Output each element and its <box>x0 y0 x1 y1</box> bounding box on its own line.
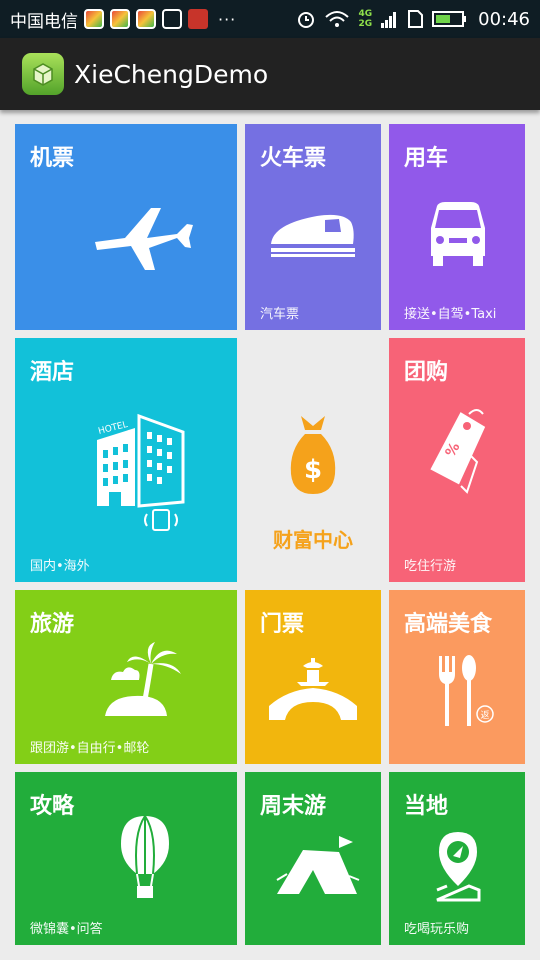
tile-subtitle: 国内•海外 <box>30 559 90 574</box>
car-icon <box>431 202 485 266</box>
tile-local[interactable]: 当地 吃喝玩乐购 <box>389 772 525 945</box>
tile-flight[interactable]: 机票 <box>15 124 237 330</box>
svg-text:返: 返 <box>480 709 489 721</box>
wifi-icon <box>325 11 350 27</box>
tile-subtitle: 吃住行游 <box>404 559 457 574</box>
battery-icon <box>432 11 467 27</box>
tile-title: 攻略 <box>30 794 75 819</box>
clock: 00:46 <box>478 8 530 30</box>
tile-title: 周末游 <box>260 794 327 819</box>
tile-title: 用车 <box>404 146 449 171</box>
tile-subtitle: 接送•自驾•Taxi <box>404 307 497 322</box>
tent-icon <box>276 836 360 894</box>
tile-title: 当地 <box>404 794 449 819</box>
app-notification-icon <box>84 9 104 29</box>
tile-subtitle: 跟团游•自由行•邮轮 <box>30 741 150 756</box>
network-2g-label: 2G <box>358 19 373 29</box>
train-icon <box>271 214 355 257</box>
cat-icon <box>188 9 208 29</box>
pavilion-bridge-icon <box>269 658 357 720</box>
image-icon <box>162 9 182 29</box>
network-4g-label: 4G <box>358 9 373 19</box>
sim-icon <box>408 10 424 28</box>
tile-car[interactable]: 用车 接送•自驾•Taxi <box>389 124 525 330</box>
palm-island-icon <box>105 642 181 716</box>
carrier-label: 中国电信 <box>10 11 78 32</box>
fork-spoon-icon: 返 <box>439 655 494 726</box>
airplane-icon <box>95 208 193 270</box>
tile-subtitle: 吃喝玩乐购 <box>404 922 470 937</box>
app-title: XieChengDemo <box>74 59 269 89</box>
tile-title: 旅游 <box>30 612 75 637</box>
tile-wealth[interactable]: $ 财富中心 <box>245 338 381 582</box>
app-notification-icon <box>136 9 156 29</box>
hot-air-balloon-icon <box>121 815 169 898</box>
tile-title: 团购 <box>404 360 449 385</box>
tile-groupbuy[interactable]: 团购 % 吃住行游 <box>389 338 525 582</box>
tile-subtitle: 汽车票 <box>260 307 300 322</box>
android-box-icon <box>22 53 64 95</box>
tile-tickets[interactable]: 门票 <box>245 590 381 764</box>
signal-icon <box>381 12 397 28</box>
hotel-icon: HOTEL <box>97 413 185 531</box>
money-bag-icon: $ <box>290 416 336 494</box>
status-bar: 中国电信 ··· 4G 2G 00:46 <box>0 0 540 38</box>
tile-title: 高端美食 <box>404 612 493 637</box>
map-pin-icon <box>436 832 481 902</box>
tile-hotel[interactable]: 酒店 HOTEL 国内•海外 <box>15 338 237 582</box>
tag-icon: % <box>430 409 486 494</box>
app-notification-icon <box>110 9 130 29</box>
tile-subtitle: 微锦囊•问答 <box>30 922 103 937</box>
tile-weekend[interactable]: 周末游 <box>245 772 381 945</box>
tile-food[interactable]: 高端美食 返 <box>389 590 525 764</box>
tile-title: 门票 <box>260 612 305 637</box>
tile-title: 财富中心 <box>273 528 353 552</box>
tile-train[interactable]: 火车票 汽车票 <box>245 124 381 330</box>
alarm-icon <box>298 12 315 28</box>
tile-travel[interactable]: 旅游 跟团游•自由行•邮轮 <box>15 590 237 764</box>
tile-title: 酒店 <box>30 360 75 385</box>
tile-title: 火车票 <box>260 146 327 171</box>
tile-guide[interactable]: 攻略 微锦囊•问答 <box>15 772 237 945</box>
app-bar: XieChengDemo <box>0 38 540 110</box>
overflow-dots: ··· <box>218 9 237 29</box>
network-type: 4G 2G <box>358 9 372 29</box>
svg-text:$: $ <box>304 455 322 485</box>
tile-title: 机票 <box>30 146 75 171</box>
